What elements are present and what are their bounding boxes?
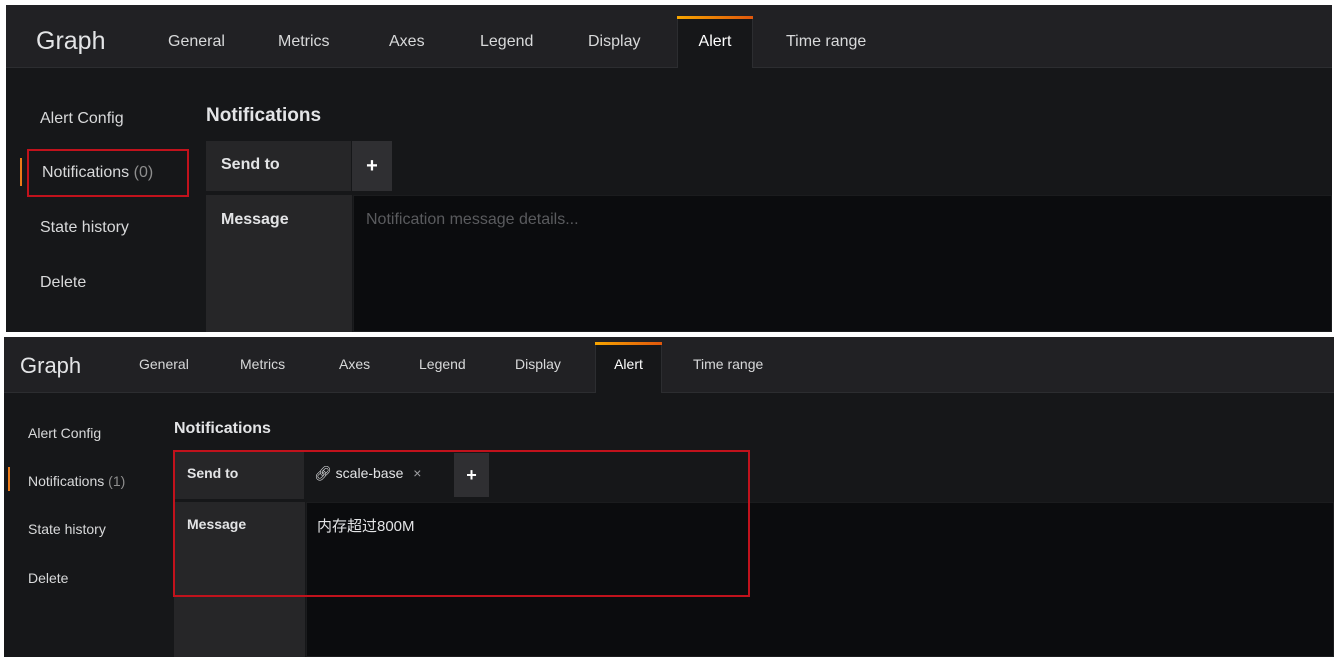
notification-channel-icon: 🔗︎ [314,465,332,481]
tab-display[interactable]: Display [588,33,640,51]
sidebar-item-delete[interactable]: Delete [28,570,68,586]
message-textarea[interactable]: 内存超过800M [306,502,1334,657]
sidebar-item-notifications[interactable]: Notifications (0) [42,164,153,182]
message-placeholder: Notification message details... [366,211,579,228]
sidebar-item-label: Delete [40,274,87,291]
message-label: Message [206,195,352,332]
tab-bar: Graph General Metrics Axes Legend Displa… [4,337,1334,393]
tab-axes[interactable]: Axes [389,33,425,51]
sidebar-item-alert-config[interactable]: Alert Config [28,425,101,441]
add-notification-button[interactable]: + [352,141,392,191]
notification-channel-chip[interactable]: 🔗︎ scale-base × [314,465,421,482]
message-textarea[interactable]: Notification message details... [353,195,1332,332]
sidebar-item-state-history[interactable]: State history [40,219,129,237]
notifications-count: (0) [133,164,154,181]
plus-icon: + [466,465,477,485]
sidebar-item-delete[interactable]: Delete [40,274,86,292]
tab-bar: Graph General Metrics Axes Legend Displa… [6,5,1332,68]
sidebar-item-label: Alert Config [28,425,102,441]
send-to-label: Send to [206,141,351,191]
panel-title: Graph [36,27,106,55]
tab-metrics[interactable]: Metrics [240,356,285,372]
add-notification-button[interactable]: + [454,453,489,497]
tab-display[interactable]: Display [515,356,561,372]
tab-axes[interactable]: Axes [339,356,370,372]
sidebar-item-state-history[interactable]: State history [28,521,106,537]
tab-metrics[interactable]: Metrics [278,33,330,51]
tab-legend[interactable]: Legend [480,33,533,51]
section-title: Notifications [206,105,322,126]
tab-legend[interactable]: Legend [419,356,466,372]
sidebar-item-notifications[interactable]: Notifications (1) [28,473,125,489]
tab-general[interactable]: General [139,356,189,372]
remove-channel-icon[interactable]: × [413,465,421,481]
notification-channel-name: scale-base [335,465,404,481]
tab-general[interactable]: General [168,33,225,51]
sidebar-item-alert-config[interactable]: Alert Config [40,110,124,128]
sidebar-item-label: Notifications [28,473,105,489]
sidebar-item-label: State history [28,521,106,537]
tab-alert[interactable]: Alert [595,342,662,393]
notifications-count: (1) [108,473,126,489]
message-label: Message [174,502,305,657]
active-item-marker [20,158,22,186]
message-value: 内存超过800M [317,518,415,535]
section-title: Notifications [174,420,271,437]
plus-icon: + [366,155,378,177]
panel-title: Graph [20,353,82,378]
tab-time-range[interactable]: Time range [693,356,763,372]
graph-editor-panel-before: Graph General Metrics Axes Legend Displa… [6,5,1332,332]
sidebar-item-label: Alert Config [40,110,124,127]
tab-alert[interactable]: Alert [677,16,753,68]
sidebar-item-label: State history [40,219,129,236]
tab-time-range[interactable]: Time range [786,33,866,51]
sidebar-item-label: Notifications [42,164,130,181]
active-item-marker [8,467,10,491]
graph-editor-panel-after: Graph General Metrics Axes Legend Displa… [4,337,1334,657]
send-to-label: Send to [174,452,304,499]
sidebar-item-label: Delete [28,570,69,586]
